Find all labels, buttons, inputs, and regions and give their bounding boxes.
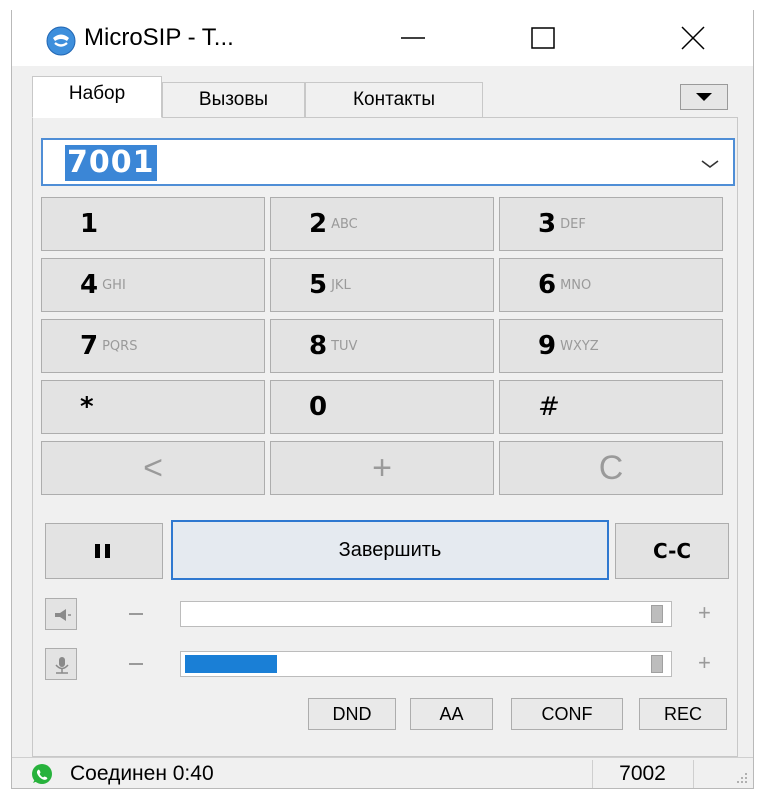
key-letters: JKL — [331, 278, 351, 293]
title-bar[interactable]: MicroSIP - T... — [12, 10, 753, 66]
speaker-mute-button[interactable] — [45, 598, 77, 630]
key-digit: 8 — [309, 331, 328, 361]
resize-grip-icon[interactable] — [735, 771, 749, 785]
speaker-icon — [55, 609, 71, 621]
key-digit: 6 — [538, 270, 557, 300]
key-0[interactable]: 0 — [270, 380, 494, 434]
key-7[interactable]: 7 PQRS — [41, 319, 265, 373]
microphone-mute-button[interactable] — [45, 648, 77, 680]
backspace-label: < — [143, 449, 163, 487]
maximize-button[interactable] — [502, 10, 582, 66]
key-digit: 2 — [309, 209, 328, 239]
microphone-volume-fill — [185, 655, 277, 673]
phone-status-icon — [32, 764, 52, 784]
key-9[interactable]: 9 WXYZ — [499, 319, 723, 373]
key-letters: TUV — [331, 339, 358, 354]
key-8[interactable]: 8 TUV — [270, 319, 494, 373]
speaker-volume-slider[interactable] — [180, 601, 672, 627]
key-letters: PQRS — [102, 339, 138, 354]
microphone-icon — [55, 657, 69, 674]
key-digit: 7 — [80, 331, 99, 361]
plus-button[interactable]: + — [270, 441, 494, 495]
conference-button[interactable]: CONF — [511, 698, 623, 730]
microphone-volume-plus: + — [698, 650, 711, 675]
status-bar: Соединен 0:40 7002 — [12, 757, 753, 788]
backspace-button[interactable]: < — [41, 441, 265, 495]
end-call-button[interactable]: Завершить — [171, 520, 609, 580]
key-5[interactable]: 5 JKL — [270, 258, 494, 312]
window-title: MicroSIP - T... — [84, 24, 234, 51]
account-extension: 7002 — [619, 762, 666, 785]
key-digit: 5 — [309, 270, 328, 300]
plus-label: + — [372, 449, 392, 487]
key-2[interactable]: 2 ABC — [270, 197, 494, 251]
key-digit: 0 — [309, 392, 328, 422]
key-3[interactable]: 3 DEF — [499, 197, 723, 251]
key-digit: # — [538, 392, 560, 422]
key-4[interactable]: 4 GHI — [41, 258, 265, 312]
key-letters: ABC — [331, 217, 358, 232]
dial-panel: 7001 1 2 ABC 3 DEF 4 GHI 5 JKL 6 MNO 7 P… — [32, 117, 738, 757]
hold-button[interactable] — [45, 523, 163, 579]
key-letters: DEF — [560, 217, 586, 232]
key-6[interactable]: 6 MNO — [499, 258, 723, 312]
key-hash[interactable]: # — [499, 380, 723, 434]
speaker-volume-minus — [129, 613, 143, 615]
pause-icon — [95, 544, 110, 558]
key-digit: 9 — [538, 331, 557, 361]
tab-dial[interactable]: Набор — [32, 76, 162, 118]
microsip-window: MicroSIP - T... Набор Вызовы Контакты 70… — [11, 10, 754, 789]
microsip-app-icon — [46, 26, 76, 56]
transfer-button[interactable]: C-C — [615, 523, 729, 579]
record-button[interactable]: REC — [639, 698, 727, 730]
microphone-volume-minus — [129, 663, 143, 665]
clear-button[interactable]: C — [499, 441, 723, 495]
speaker-volume-thumb[interactable] — [651, 605, 663, 623]
minimize-icon — [401, 37, 425, 39]
minimize-button[interactable] — [372, 10, 452, 66]
clear-label: C — [598, 449, 624, 487]
close-button[interactable] — [652, 10, 732, 66]
auto-answer-button[interactable]: AA — [410, 698, 493, 730]
call-status-text: Соединен 0:40 — [70, 762, 214, 785]
tab-bar: Набор Вызовы Контакты — [12, 66, 753, 118]
speaker-volume-plus: + — [698, 600, 711, 625]
dropdown-arrow-icon — [696, 93, 712, 101]
tab-calls[interactable]: Вызовы — [162, 82, 305, 118]
maximize-icon — [531, 27, 555, 49]
number-value: 7001 — [65, 145, 157, 181]
number-input[interactable]: 7001 — [41, 138, 735, 186]
main-menu-button[interactable] — [680, 84, 728, 110]
key-letters: MNO — [560, 278, 592, 293]
key-digit: 4 — [80, 270, 99, 300]
key-digit: 1 — [80, 209, 99, 239]
chevron-down-icon[interactable] — [701, 159, 719, 169]
microphone-volume-slider[interactable] — [180, 651, 672, 677]
key-digit: 3 — [538, 209, 557, 239]
key-letters: GHI — [102, 278, 126, 293]
microphone-volume-thumb[interactable] — [651, 655, 663, 673]
dnd-button[interactable]: DND — [308, 698, 396, 730]
key-star[interactable]: * — [41, 380, 265, 434]
key-letters: WXYZ — [560, 339, 599, 354]
tab-contacts[interactable]: Контакты — [305, 82, 483, 118]
key-digit: * — [80, 392, 94, 422]
status-divider — [592, 760, 593, 788]
status-divider — [693, 760, 694, 788]
close-icon — [681, 26, 705, 50]
key-1[interactable]: 1 — [41, 197, 265, 251]
